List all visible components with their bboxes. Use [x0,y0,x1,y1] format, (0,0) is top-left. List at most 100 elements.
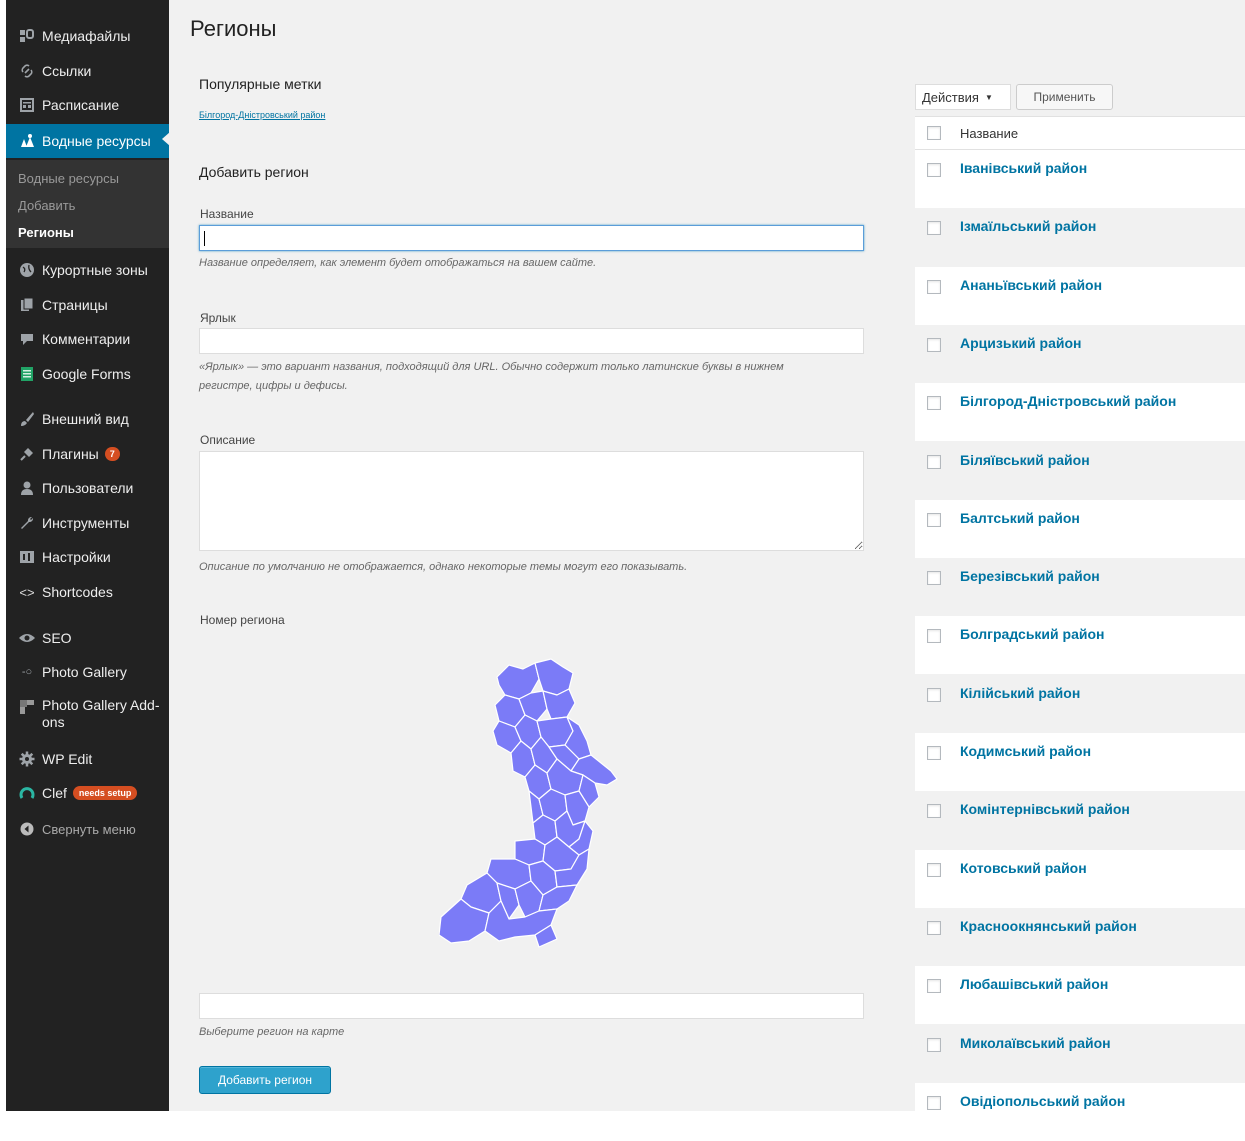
description-textarea[interactable] [199,451,864,551]
slug-help-line-2: регистре, цифры и дефисы. [199,380,348,392]
slug-help-line-1: «Ярлык» — это вариант названия, подходящ… [199,361,784,373]
seo-icon [14,632,40,644]
menu-item-links[interactable]: Ссылки [6,56,169,86]
term-name-link[interactable]: Березівський район [960,568,1100,584]
table-row: Котовський район [915,849,1245,908]
term-name-link[interactable]: Комінтернівський район [960,801,1130,817]
term-name-link[interactable]: Болградський район [960,626,1104,642]
term-name-link[interactable]: Білгород-Дністровський район [960,393,1176,409]
menu-item-shortcodes[interactable]: <> Shortcodes [6,577,169,607]
term-name-link[interactable]: Арцизький район [960,335,1082,351]
map-region-north-5[interactable] [542,688,576,720]
region-number-input[interactable] [199,993,864,1019]
admin-sidebar: Медиафайлы Ссылки Расписание Водные ресу… [0,0,170,1111]
submenu-item-water-resources[interactable]: Водные ресурсы [18,171,119,186]
term-name-link[interactable]: Біляївський район [960,452,1090,468]
row-checkbox[interactable] [927,1037,941,1052]
column-header-name[interactable]: Название [960,126,1018,141]
collapse-menu-button[interactable]: Свернуть меню [6,814,169,844]
menu-item-wp-edit[interactable]: WP Edit [6,744,169,774]
menu-item-clef[interactable]: Clef needs setup [6,778,169,808]
term-name-link[interactable]: Ананьївський район [960,277,1102,293]
term-name-link[interactable]: Миколаївський район [960,1035,1111,1051]
term-name-link[interactable]: Любашівський район [960,976,1108,992]
menu-label: Комментарии [42,331,131,347]
menu-item-photo-gallery[interactable]: -○ Photo Gallery [6,657,169,687]
menu-label: Внешний вид [42,411,129,427]
plugins-update-badge: 7 [104,447,120,461]
menu-item-appearance[interactable]: Внешний вид [6,404,169,434]
menu-item-resort-zones[interactable]: Курортные зоны [6,255,169,285]
term-name-link[interactable]: Кодимський район [960,743,1091,759]
table-row: Овідіопольський район [915,1082,1245,1141]
add-region-button[interactable]: Добавить регион [199,1066,331,1094]
menu-label: Shortcodes [42,584,113,600]
region-map[interactable] [439,655,659,955]
menu-label: Инструменты [42,515,130,531]
menu-item-seo[interactable]: SEO [6,623,169,653]
term-name-link[interactable]: Іванівський район [960,160,1087,176]
menu-item-photo-gallery-addons[interactable]: Photo Gallery Add-ons [6,697,169,737]
submenu-item-add[interactable]: Добавить [18,198,75,213]
submenu: Водные ресурсы Добавить Регионы [6,160,169,248]
dropdown-arrow-icon: ▼ [984,92,993,102]
table-row: Болградський район [915,616,1245,675]
term-name-link[interactable]: Овідіопольський район [960,1093,1125,1109]
menu-item-settings[interactable]: Настройки [6,542,169,572]
bulk-actions-select[interactable]: Действия ▼ [915,84,1011,110]
row-checkbox[interactable] [927,1095,941,1110]
row-checkbox[interactable] [927,279,941,294]
menu-item-comments[interactable]: Комментарии [6,324,169,354]
row-checkbox[interactable] [927,979,941,994]
select-all-checkbox[interactable] [927,126,941,140]
apply-button[interactable]: Применить [1016,84,1113,110]
description-label: Описание [200,433,256,447]
name-help: Название определяет, как элемент будет о… [199,257,597,269]
menu-item-schedule[interactable]: Расписание [6,90,169,120]
row-checkbox[interactable] [927,687,941,702]
row-checkbox[interactable] [927,804,941,819]
row-checkbox[interactable] [927,746,941,760]
term-name-link[interactable]: Кілійський район [960,685,1080,701]
region-help: Выберите регион на карте [199,1026,345,1038]
menu-item-pages[interactable]: Страницы [6,290,169,320]
menu-label: Пользователи [42,480,134,496]
term-name-link[interactable]: Ізмаїльський район [960,218,1096,234]
table-row: Ізмаїльський район [915,208,1245,266]
row-checkbox[interactable] [927,862,941,877]
row-checkbox[interactable] [927,163,941,177]
plugin-icon [14,446,40,462]
link-icon [14,63,40,79]
row-checkbox[interactable] [927,512,941,527]
row-checkbox[interactable] [927,221,941,236]
row-checkbox[interactable] [927,454,941,469]
menu-item-plugins[interactable]: Плагины 7 [6,439,169,469]
menu-item-google-forms[interactable]: Google Forms [6,359,169,389]
popular-tag-link[interactable]: Білгород-Дністровський район [199,110,325,120]
row-checkbox[interactable] [927,337,941,352]
table-row: Білгород-Дністровський район [915,383,1245,442]
menu-item-users[interactable]: Пользователи [6,473,169,503]
term-name-link[interactable]: Котовський район [960,860,1087,876]
row-checkbox[interactable] [927,396,941,411]
gallery-addons-icon [14,699,40,715]
submenu-item-regions[interactable]: Регионы [18,225,74,240]
needs-setup-badge: needs setup [72,786,138,800]
wrench-icon [14,515,40,531]
popular-tags-heading: Популярные метки [199,76,322,92]
term-name-link[interactable]: Балтський район [960,510,1080,526]
menu-item-water-resources[interactable]: Водные ресурсы [6,124,170,158]
main-content: Регионы Популярные метки Білгород-Дністр… [169,0,915,1111]
menu-item-tools[interactable]: Инструменты [6,508,169,538]
table-header: Название [915,116,1245,150]
menu-label: Курортные зоны [42,262,148,278]
table-row: Кілійський район [915,675,1245,733]
slug-input[interactable] [199,328,864,354]
menu-item-media[interactable]: Медиафайлы [6,21,169,51]
row-checkbox[interactable] [927,629,941,644]
row-checkbox[interactable] [927,920,941,935]
term-name-link[interactable]: Красноокнянський район [960,918,1137,934]
row-checkbox[interactable] [927,571,941,586]
name-input[interactable] [199,225,864,251]
menu-label: Clef [42,785,67,801]
